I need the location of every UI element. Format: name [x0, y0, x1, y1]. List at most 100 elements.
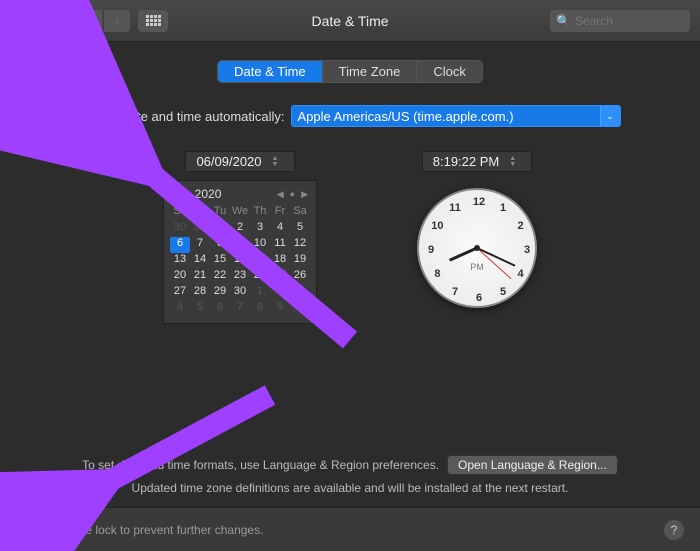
- tab-bar: Date & Time Time Zone Clock: [30, 60, 670, 83]
- cal-next-icon[interactable]: ▶: [299, 189, 310, 200]
- analog-clock: 121234567891011 PM: [417, 188, 537, 308]
- calendar-day[interactable]: 19: [290, 253, 310, 269]
- open-language-region-button[interactable]: Open Language & Region...: [447, 455, 618, 475]
- clock-number: 11: [449, 202, 461, 214]
- tab-time-zone[interactable]: Time Zone: [322, 61, 417, 82]
- date-stepper[interactable]: ▲▼: [272, 156, 284, 168]
- zoom-window-button[interactable]: [50, 15, 62, 27]
- calendar-day[interactable]: 3: [290, 285, 310, 301]
- calendar-day[interactable]: 20: [170, 269, 190, 285]
- calendar-day[interactable]: 6: [170, 237, 190, 253]
- clock-center: [474, 245, 480, 251]
- back-button[interactable]: ‹: [76, 10, 102, 32]
- search-input[interactable]: [575, 14, 684, 28]
- clock-number: 7: [452, 286, 458, 298]
- formats-text: To set date and time formats, use Langua…: [82, 458, 439, 472]
- calendar-day[interactable]: 16: [230, 253, 250, 269]
- close-window-button[interactable]: [10, 15, 22, 27]
- calendar-day[interactable]: 12: [290, 237, 310, 253]
- auto-datetime-label: Set date and time automatically:: [100, 109, 285, 124]
- calendar-day[interactable]: 4: [270, 221, 290, 237]
- minimize-window-button[interactable]: [30, 15, 42, 27]
- calendar-day[interactable]: 30: [230, 285, 250, 301]
- lock-text: Click the lock to prevent further change…: [46, 523, 263, 537]
- calendar-day[interactable]: 9: [270, 301, 290, 317]
- calendar-day[interactable]: 21: [190, 269, 210, 285]
- calendar-day[interactable]: 7: [230, 301, 250, 317]
- calendar-day[interactable]: 2: [270, 285, 290, 301]
- clock-number: 4: [518, 268, 524, 280]
- forward-button: ›: [104, 10, 130, 32]
- calendar-day[interactable]: 29: [210, 285, 230, 301]
- date-field[interactable]: 06/09/2020 ▲▼: [185, 151, 294, 172]
- calendar-day[interactable]: 4: [170, 301, 190, 317]
- calendar-day[interactable]: 7: [190, 237, 210, 253]
- calendar-day[interactable]: 1: [250, 285, 270, 301]
- calendar-day[interactable]: 14: [190, 253, 210, 269]
- calendar-day[interactable]: 2: [230, 221, 250, 237]
- cal-today-icon[interactable]: ●: [288, 189, 297, 200]
- calendar-day[interactable]: 24: [250, 269, 270, 285]
- calendar-day[interactable]: 13: [170, 253, 190, 269]
- search-field[interactable]: 🔍: [550, 10, 690, 32]
- calendar-day[interactable]: 27: [170, 285, 190, 301]
- date-field-value: 06/09/2020: [196, 154, 261, 169]
- calendar[interactable]: Sep 2020 ◀ ● ▶ SuMoTuWeThFrSa30311234567…: [163, 180, 317, 324]
- calendar-day[interactable]: 8: [210, 237, 230, 253]
- calendar-day[interactable]: 28: [190, 285, 210, 301]
- calendar-day-header: Th: [250, 205, 270, 221]
- clock-number: 5: [500, 286, 506, 298]
- time-field-value: 8:19:22 PM: [433, 154, 500, 169]
- calendar-day-header: We: [230, 205, 250, 221]
- calendar-day[interactable]: 23: [230, 269, 250, 285]
- time-column: 8:19:22 PM ▲▼ 121234567891011 PM: [417, 151, 537, 324]
- lock-button[interactable]: [16, 518, 36, 542]
- window-title: Date & Time: [311, 13, 388, 29]
- info-area: To set date and time formats, use Langua…: [30, 455, 670, 495]
- show-all-prefs-button[interactable]: [138, 10, 168, 32]
- calendar-day[interactable]: 1: [210, 221, 230, 237]
- time-stepper[interactable]: ▲▼: [509, 156, 521, 168]
- tab-date-time[interactable]: Date & Time: [218, 61, 322, 82]
- help-button[interactable]: ?: [664, 520, 684, 540]
- tab-clock[interactable]: Clock: [416, 61, 482, 82]
- calendar-day[interactable]: 5: [190, 301, 210, 317]
- nav-buttons: ‹ ›: [76, 10, 130, 32]
- calendar-day[interactable]: 31: [190, 221, 210, 237]
- calendar-day-header: Mo: [190, 205, 210, 221]
- clock-number: 10: [431, 220, 443, 232]
- clock-number: 1: [500, 202, 506, 214]
- clock-number: 9: [428, 244, 434, 256]
- calendar-day[interactable]: 9: [230, 237, 250, 253]
- grid-icon: [146, 15, 161, 26]
- calendar-day[interactable]: 5: [290, 221, 310, 237]
- calendar-day-header: Sa: [290, 205, 310, 221]
- content-area: Date & Time Time Zone Clock ✓ Set date a…: [0, 42, 700, 507]
- footer: Click the lock to prevent further change…: [0, 507, 700, 551]
- calendar-day[interactable]: 10: [290, 301, 310, 317]
- calendar-day[interactable]: 25: [270, 269, 290, 285]
- calendar-month-label: Sep 2020: [170, 187, 221, 201]
- update-text: Updated time zone definitions are availa…: [30, 481, 670, 495]
- calendar-day[interactable]: 30: [170, 221, 190, 237]
- time-server-select[interactable]: Apple Americas/US (time.apple.com.) ⌄: [291, 105, 621, 127]
- calendar-day[interactable]: 15: [210, 253, 230, 269]
- clock-ampm-label: PM: [470, 262, 484, 272]
- auto-datetime-checkbox[interactable]: ✓: [80, 109, 94, 123]
- calendar-day-header: Su: [170, 205, 190, 221]
- calendar-day-header: Tu: [210, 205, 230, 221]
- calendar-day[interactable]: 3: [250, 221, 270, 237]
- calendar-day[interactable]: 11: [270, 237, 290, 253]
- time-field[interactable]: 8:19:22 PM ▲▼: [422, 151, 533, 172]
- calendar-day[interactable]: 18: [270, 253, 290, 269]
- clock-number: 12: [473, 196, 485, 208]
- calendar-day[interactable]: 22: [210, 269, 230, 285]
- calendar-day[interactable]: 17: [250, 253, 270, 269]
- calendar-day[interactable]: 26: [290, 269, 310, 285]
- cal-prev-icon[interactable]: ◀: [275, 189, 286, 200]
- calendar-day[interactable]: 10: [250, 237, 270, 253]
- calendar-day[interactable]: 6: [210, 301, 230, 317]
- window-controls: [10, 15, 62, 27]
- auto-datetime-row: ✓ Set date and time automatically: Apple…: [30, 105, 670, 127]
- calendar-day[interactable]: 8: [250, 301, 270, 317]
